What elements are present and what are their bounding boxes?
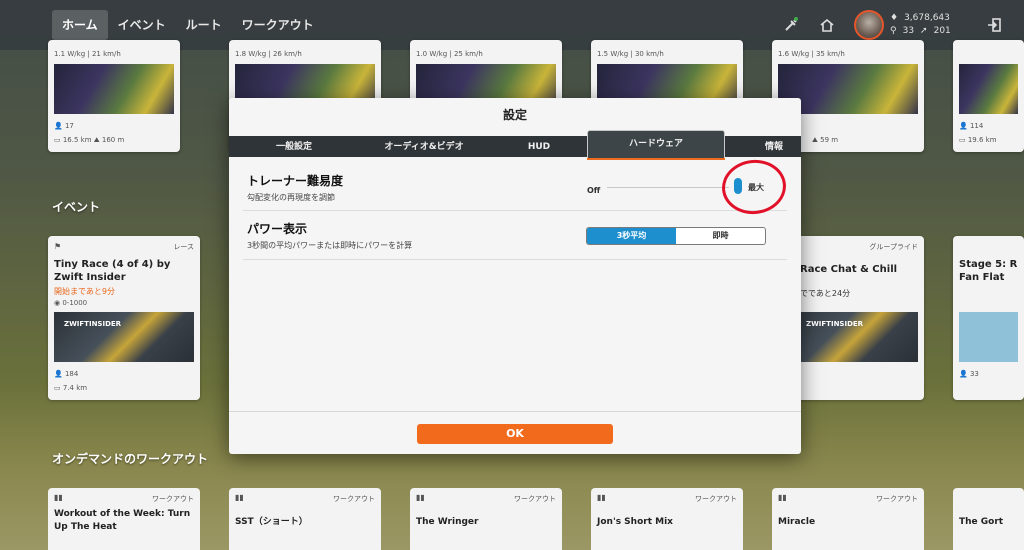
- speed-value: 26 km/h: [272, 50, 302, 58]
- power-display-toggle: 3秒平均 即時: [586, 227, 766, 245]
- distance-value: 7.4 km: [62, 384, 88, 392]
- event-thumbnail: ZWIFTINSIDER: [54, 312, 194, 362]
- distance-value: 19.6 km: [967, 136, 997, 144]
- avatar[interactable]: [854, 10, 884, 40]
- workout-title: The Gort: [959, 517, 1004, 527]
- workout-title: Workout of the Week: Turn Up The Heat: [54, 509, 191, 532]
- workout-title: Jon's Short Mix: [597, 517, 673, 527]
- event-type: グループライド: [869, 243, 918, 251]
- nav-tab-home[interactable]: ホーム: [52, 10, 108, 40]
- event-title: Stage 5: R Fan Flat: [959, 259, 1018, 283]
- event-title: Tiny Race (4 of 4) by Zwift Insider: [54, 259, 171, 283]
- slider-min-label: Off: [587, 186, 601, 195]
- workout-icon: ▮▮: [778, 493, 787, 502]
- following-count: 201: [933, 26, 951, 36]
- event-type: レース: [173, 243, 194, 251]
- workout-icon: ▮▮: [416, 493, 425, 502]
- drops-icon: ♦: [890, 13, 899, 23]
- trainer-difficulty-desc: 勾配変化の再現度を調節: [247, 193, 335, 202]
- power-display-title: パワー表示: [247, 222, 308, 236]
- events-section-title: イベント: [52, 200, 101, 214]
- wkg-value: 1.5 W/kg: [597, 50, 629, 58]
- riders-count: 17: [64, 122, 74, 130]
- workout-card[interactable]: ▮▮ ワークアウト Workout of the Week: Turn Up T…: [48, 488, 200, 550]
- settings-tab-bar: 一般設定 オーディオ&ビデオ HUD ハードウェア 情報: [229, 130, 801, 158]
- workouts-section-title: オンデマンドのワークアウト: [52, 452, 209, 466]
- workout-title: SST（ショート）: [235, 517, 308, 527]
- workout-card[interactable]: ▮▮ ワークアウト Miracle: [772, 488, 924, 550]
- home-icon[interactable]: [818, 16, 836, 34]
- workout-title: Miracle: [778, 517, 816, 527]
- ride-card[interactable]: 1.1 W/kg | 21 km/h 👤 17 ▭ 16.5 km ⛰ 160 …: [48, 40, 180, 152]
- workout-card[interactable]: ▮▮ ワークアウト Jon's Short Mix: [591, 488, 743, 550]
- followers-icon: ⚲: [890, 26, 897, 36]
- event-card[interactable]: Stage 5: R Fan Flat 👤 33: [953, 236, 1024, 400]
- riders-count: 33: [969, 370, 979, 378]
- trainer-difficulty-title: トレーナー難易度: [247, 174, 344, 188]
- tab-info[interactable]: 情報: [729, 136, 801, 157]
- option-3s-average[interactable]: 3秒平均: [587, 228, 676, 244]
- event-start-time: 開始まであと9分: [54, 287, 116, 296]
- wkg-value: 1.6 W/kg: [778, 50, 810, 58]
- workout-type: ワークアウト: [876, 495, 918, 503]
- workout-card[interactable]: ▮▮ ワークアウト The Wringer: [410, 488, 562, 550]
- workout-type: ワークアウト: [514, 495, 556, 503]
- speed-value: 25 km/h: [453, 50, 483, 58]
- pairing-icon[interactable]: [782, 16, 800, 34]
- speed-value: 35 km/h: [815, 50, 845, 58]
- nav-tab-workouts[interactable]: ワークアウト: [232, 10, 324, 40]
- event-card[interactable]: ⚑ レース Tiny Race (4 of 4) by Zwift Inside…: [48, 236, 200, 400]
- tab-hardware[interactable]: ハードウェア: [587, 130, 725, 158]
- speed-value: 21 km/h: [91, 50, 121, 58]
- workout-type: ワークアウト: [695, 495, 737, 503]
- option-instant[interactable]: 即時: [676, 228, 765, 244]
- workout-card[interactable]: The Gort: [953, 488, 1024, 550]
- settings-modal: 設定 一般設定 オーディオ&ビデオ HUD ハードウェア 情報 トレーナー難易度…: [229, 98, 801, 454]
- workout-card[interactable]: ▮▮ ワークアウト SST（ショート）: [229, 488, 381, 550]
- event-brand: ZWIFTINSIDER: [806, 320, 864, 328]
- speed-value: 30 km/h: [634, 50, 664, 58]
- workout-type: ワークアウト: [333, 495, 375, 503]
- ride-card[interactable]: 👤 114 ▭ 19.6 km: [953, 40, 1024, 152]
- wkg-value: 1.1 W/kg: [54, 50, 86, 58]
- profile[interactable]: ♦ 3,678,643 ⚲ 33 ➚ 201: [854, 10, 957, 40]
- workout-icon: ▮▮: [597, 493, 606, 502]
- workout-icon: ▮▮: [54, 493, 63, 502]
- tab-hud[interactable]: HUD: [489, 136, 589, 157]
- ok-button[interactable]: OK: [417, 424, 613, 444]
- workout-title: The Wringer: [416, 517, 479, 527]
- race-icon: ⚑: [54, 242, 62, 251]
- event-title: Race Chat & Chill: [800, 264, 898, 275]
- workout-type: ワークアウト: [152, 495, 194, 503]
- ride-thumbnail: [54, 64, 174, 114]
- riders-count: 184: [64, 370, 79, 378]
- elevation-value: 160 m: [101, 136, 125, 144]
- active-tab-indicator: [587, 158, 725, 160]
- riders-count: 114: [969, 122, 984, 130]
- following-icon: ➚: [920, 26, 928, 36]
- wkg-value: 1.8 W/kg: [235, 50, 267, 58]
- tab-audio-video[interactable]: オーディオ&ビデオ: [359, 136, 489, 157]
- ride-thumbnail: [959, 64, 1018, 114]
- trainer-difficulty-slider[interactable]: [607, 187, 729, 188]
- modal-title: 設定: [502, 108, 527, 122]
- nav-tab-events[interactable]: イベント: [108, 10, 176, 40]
- event-category: 0-1000: [62, 299, 88, 307]
- workout-icon: ▮▮: [235, 493, 244, 502]
- tab-general[interactable]: 一般設定: [229, 136, 359, 157]
- modal-footer-divider: [229, 411, 801, 412]
- wkg-value: 1.0 W/kg: [416, 50, 448, 58]
- power-display-desc: 3秒間の平均パワーまたは即時にパワーを計算: [247, 241, 413, 250]
- distance-value: 16.5 km: [62, 136, 92, 144]
- event-thumbnail: [959, 312, 1018, 362]
- elevation-value: 59 m: [820, 136, 839, 144]
- drops-count: 3,678,643: [904, 13, 950, 23]
- event-brand: ZWIFTINSIDER: [64, 320, 122, 328]
- profile-stats: ♦ 3,678,643 ⚲ 33 ➚ 201: [890, 12, 957, 38]
- exit-icon[interactable]: [985, 16, 1003, 34]
- event-start-time: でであと24分: [800, 289, 851, 298]
- nav-tab-routes[interactable]: ルート: [176, 10, 232, 40]
- followers-count: 33: [902, 26, 915, 36]
